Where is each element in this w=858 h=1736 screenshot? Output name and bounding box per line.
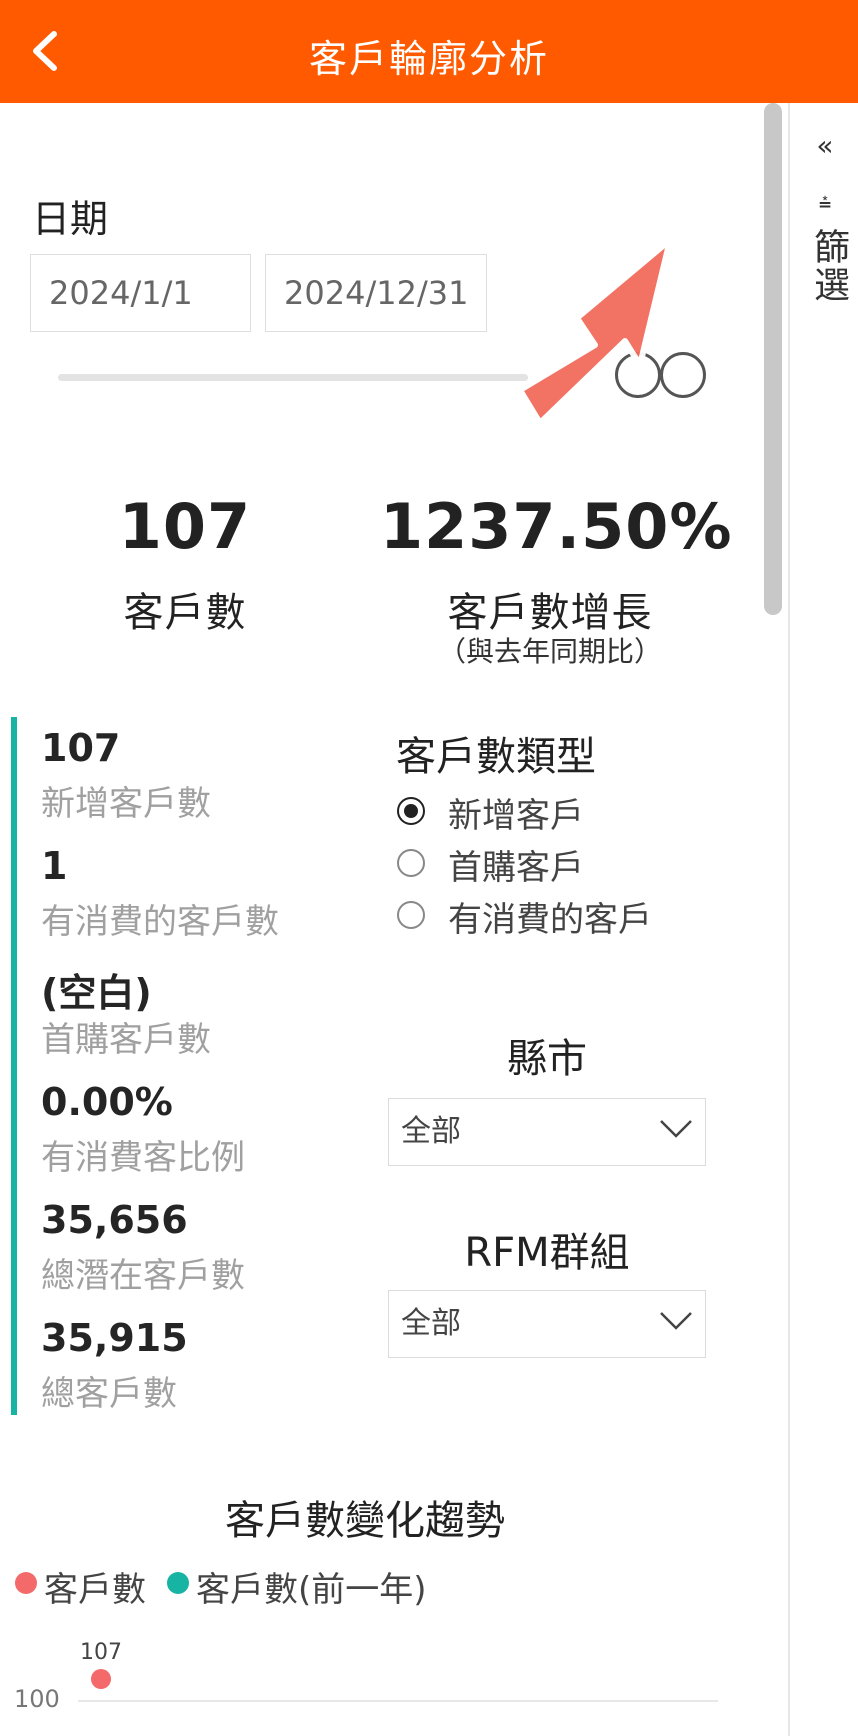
stat-spending-ratio-value: 0.00%	[41, 1080, 173, 1124]
stat-potential-customers-label: 總潛在客戶數	[41, 1256, 245, 1296]
end-date-input[interactable]: 2024/12/31	[265, 254, 487, 332]
stat-spending-ratio-label: 有消費客比例	[41, 1138, 245, 1178]
customer-type-title: 客戶數類型	[396, 734, 596, 780]
page-title: 客戶輪廓分析	[308, 37, 549, 81]
data-label: 107	[80, 1640, 122, 1665]
customer-count-label: 客戶數	[123, 590, 247, 636]
stat-total-customers-value: 35,915	[41, 1316, 188, 1360]
county-select-value: 全部	[401, 1114, 461, 1149]
data-point[interactable]	[91, 1669, 111, 1689]
collapse-panel-icon[interactable]: «	[790, 129, 858, 162]
stats-accent-bar	[11, 717, 17, 1415]
stat-spending-customers-label: 有消費的客戶數	[41, 902, 279, 942]
chart-gridline	[78, 1700, 718, 1702]
y-axis-tick: 100	[14, 1685, 60, 1713]
radio-first-purchase[interactable]	[397, 849, 425, 877]
radio-new-customers[interactable]	[397, 797, 425, 825]
rfm-select[interactable]: 全部	[388, 1290, 706, 1358]
customer-count-value: 107	[118, 490, 252, 563]
start-date-input[interactable]: 2024/1/1	[30, 254, 251, 332]
date-label: 日期	[32, 197, 109, 241]
radio-first-purchase-label[interactable]: 首購客戶	[448, 840, 584, 889]
chevron-down-icon	[660, 1120, 692, 1138]
county-select[interactable]: 全部	[388, 1098, 706, 1166]
radio-new-customers-label[interactable]: 新增客戶	[448, 788, 584, 837]
customer-growth-sublabel: （與去年同期比）	[437, 635, 662, 668]
stat-spending-customers-value: 1	[41, 844, 68, 888]
filter-label[interactable]: 篩選	[802, 228, 854, 304]
stat-first-purchase-label: 首購客戶數	[41, 1020, 211, 1060]
stat-new-customers-label: 新增客戶數	[41, 784, 211, 824]
rfm-filter-title: RFM群組	[464, 1230, 630, 1276]
stat-total-customers-label: 總客戶數	[41, 1374, 177, 1414]
date-range-slider[interactable]	[58, 374, 528, 381]
stat-potential-customers-value: 35,656	[41, 1198, 188, 1242]
customer-growth-value: 1237.50%	[380, 490, 733, 563]
legend-previous-label[interactable]: 客戶數(前一年)	[196, 1562, 427, 1611]
stat-first-purchase-value: (空白)	[41, 971, 152, 1015]
radio-spending-customers[interactable]	[397, 901, 425, 929]
pointer-arrow-icon	[517, 240, 673, 426]
filter-icon: ⩮	[818, 191, 832, 216]
chart-title: 客戶數變化趨勢	[225, 1498, 505, 1544]
radio-spending-customers-label[interactable]: 有消費的客戶	[448, 892, 652, 941]
rfm-select-value: 全部	[401, 1306, 461, 1341]
stat-new-customers-value: 107	[41, 726, 121, 770]
county-filter-title: 縣市	[507, 1036, 587, 1082]
legend-current-label[interactable]: 客戶數	[44, 1562, 146, 1611]
legend-previous-dot	[167, 1572, 189, 1594]
app-header: 客戶輪廓分析	[0, 0, 858, 103]
legend-current-dot	[15, 1572, 37, 1594]
chevron-down-icon	[660, 1312, 692, 1330]
